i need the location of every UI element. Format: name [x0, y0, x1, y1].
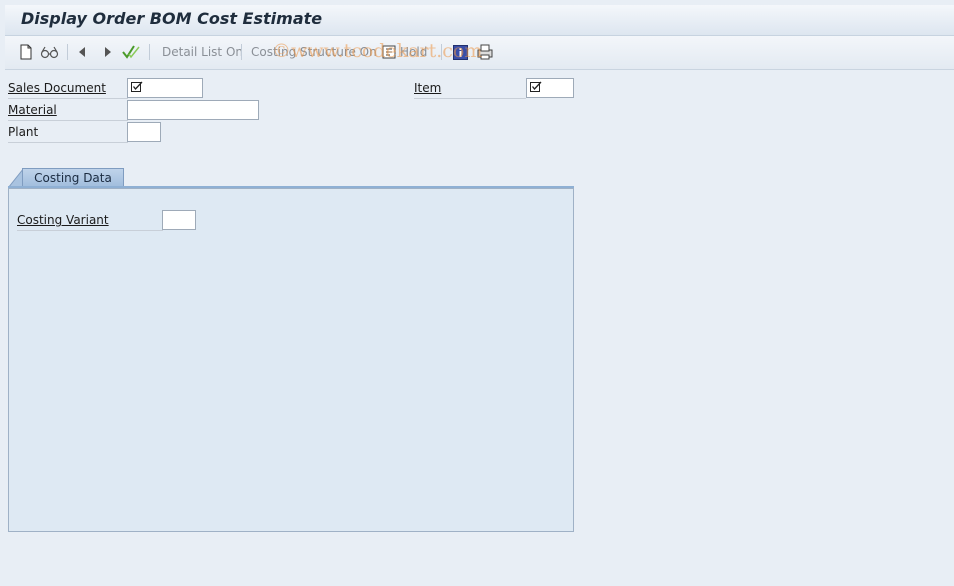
costing-variant-label: Costing Variant: [17, 211, 163, 231]
required-check-icon: [530, 81, 542, 92]
costing-structure-on-button[interactable]: Costing Structure On: [251, 45, 377, 59]
costing-variant-label-text: Costing Variant: [17, 213, 109, 227]
plant-label: Plant: [8, 123, 128, 143]
item-label: Item: [414, 79, 526, 99]
sales-document-label-text: Sales Document: [8, 81, 106, 95]
hold-button[interactable]: Hold: [400, 45, 427, 59]
information-icon[interactable]: [451, 43, 469, 61]
toolbar-separator: [67, 44, 68, 60]
toolbar-separator: [241, 44, 242, 60]
material-label-text: Material: [8, 103, 57, 117]
new-document-icon[interactable]: [17, 43, 35, 61]
next-arrow-icon[interactable]: [101, 43, 115, 61]
material-input[interactable]: [127, 100, 259, 120]
previous-arrow-icon[interactable]: [75, 43, 89, 61]
toolbar-separator: [441, 44, 442, 60]
print-icon[interactable]: [475, 43, 495, 61]
item-label-text: Item: [414, 81, 442, 95]
plant-input[interactable]: [127, 122, 161, 142]
costing-data-panel: Costing Variant: [8, 188, 574, 532]
item-input[interactable]: [526, 78, 574, 98]
check-icon[interactable]: [121, 43, 141, 61]
required-check-icon: [131, 81, 143, 92]
application-toolbar: Detail List On Costing Structure On Hold: [5, 36, 954, 70]
title-bar: Display Order BOM Cost Estimate: [5, 5, 954, 36]
sales-document-input[interactable]: [127, 78, 203, 98]
page-title: Display Order BOM Cost Estimate: [21, 9, 323, 28]
hold-icon[interactable]: [381, 43, 397, 61]
toolbar-separator: [149, 44, 150, 60]
costing-variant-input[interactable]: [162, 210, 196, 230]
sales-document-label: Sales Document: [8, 79, 128, 99]
display-glasses-icon[interactable]: [39, 43, 61, 61]
status-area: [5, 534, 954, 586]
material-label: Material: [8, 101, 128, 121]
tab-costing-data[interactable]: Costing Data: [22, 168, 124, 188]
plant-label-text: Plant: [8, 125, 39, 139]
detail-list-on-button[interactable]: Detail List On: [162, 45, 243, 59]
